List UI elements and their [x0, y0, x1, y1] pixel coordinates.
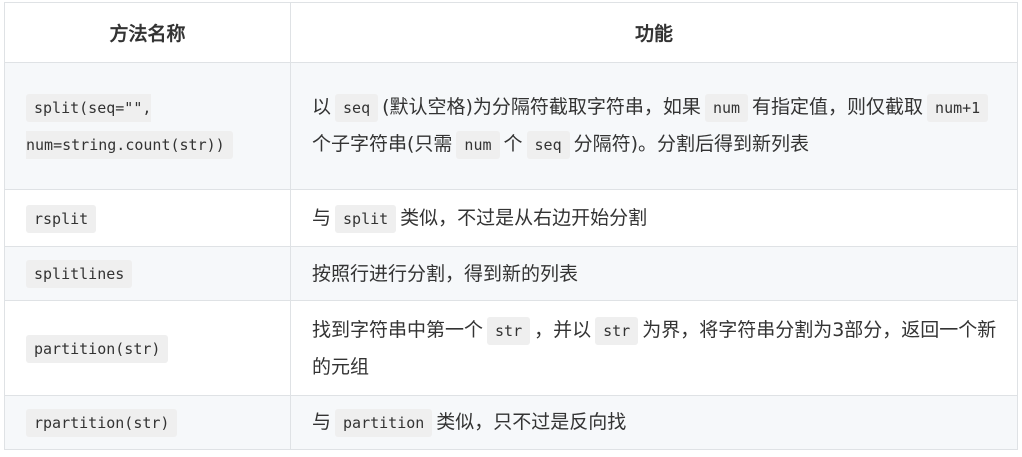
description-text: 类似，只不过是反向找 [436, 411, 627, 433]
table-row: rsplit 与 split 类似，不过是从右边开始分割 [4, 189, 1018, 247]
table-row: split(seq="", num=string.count(str)) 以 se… [4, 62, 1018, 190]
header-function: 功能 [290, 2, 1018, 63]
description-text: (默认空格)为分隔符截取字符串，如果 [382, 96, 701, 118]
description-text: 有指定值，则仅截取 [752, 96, 924, 118]
table-row: partition(str) 找到字符串中第一个 str ，并以 str 为界，将字符串… [4, 300, 1018, 396]
inline-code: num [704, 94, 749, 122]
description-text: 以 [312, 96, 332, 118]
method-code: split(seq="", num=string.count(str)) [26, 94, 233, 159]
description-text: 个子字符串(只需 [312, 133, 453, 155]
inline-code: partition [335, 409, 433, 437]
method-cell: splitlines [4, 246, 291, 301]
table-header-row: 方法名称 功能 [4, 2, 1018, 63]
method-cell: split(seq="", num=string.count(str)) [4, 62, 291, 190]
methods-table: 方法名称 功能 split(seq="", num=string.count(s… [4, 2, 1018, 450]
description-cell: 找到字符串中第一个 str ，并以 str 为界，将字符串分割为3部分，返回一个新的元组 [290, 300, 1018, 396]
inline-code: split [335, 204, 397, 233]
description-text: 类似，不过是从右边开始分割 [400, 206, 648, 229]
description-text: 找到字符串中第一个 [312, 318, 484, 341]
method-cell: partition(str) [4, 300, 291, 396]
description-cell: 与 partition 类似，只不过是反向找 [290, 395, 1018, 450]
inline-code: str [487, 316, 531, 345]
header-method-name: 方法名称 [4, 2, 291, 63]
description-text: 与 [312, 411, 332, 433]
table-row: splitlines 按照行进行分割，得到新的列表 [4, 246, 1018, 301]
inline-code: num+1 [927, 94, 989, 122]
method-code: rpartition(str) [26, 409, 178, 437]
inline-code: seq [526, 131, 570, 159]
description-cell: 以 seq (默认空格)为分隔符截取字符串，如果 num 有指定值，则仅截取 num+1个… [290, 62, 1018, 190]
description-text: 按照行进行分割，得到新的列表 [312, 262, 579, 285]
method-code: splitlines [26, 260, 133, 288]
inline-code: num [456, 131, 500, 159]
inline-code: str [595, 316, 639, 345]
description-cell: 与 split 类似，不过是从右边开始分割 [290, 189, 1018, 247]
method-cell: rpartition(str) [4, 395, 291, 450]
description-cell: 按照行进行分割，得到新的列表 [290, 246, 1018, 301]
method-code: partition(str) [26, 334, 169, 363]
table-row: rpartition(str) 与 partition 类似，只不过是反向找 [4, 395, 1018, 450]
inline-code: seq [335, 94, 379, 122]
description-text: 与 [312, 206, 332, 229]
method-code: rsplit [26, 204, 97, 233]
method-cell: rsplit [4, 189, 291, 247]
description-text: 个 [503, 133, 523, 155]
description-text: 分隔符)。分割后得到新列表 [573, 133, 810, 155]
description-text: ，并以 [534, 318, 592, 341]
